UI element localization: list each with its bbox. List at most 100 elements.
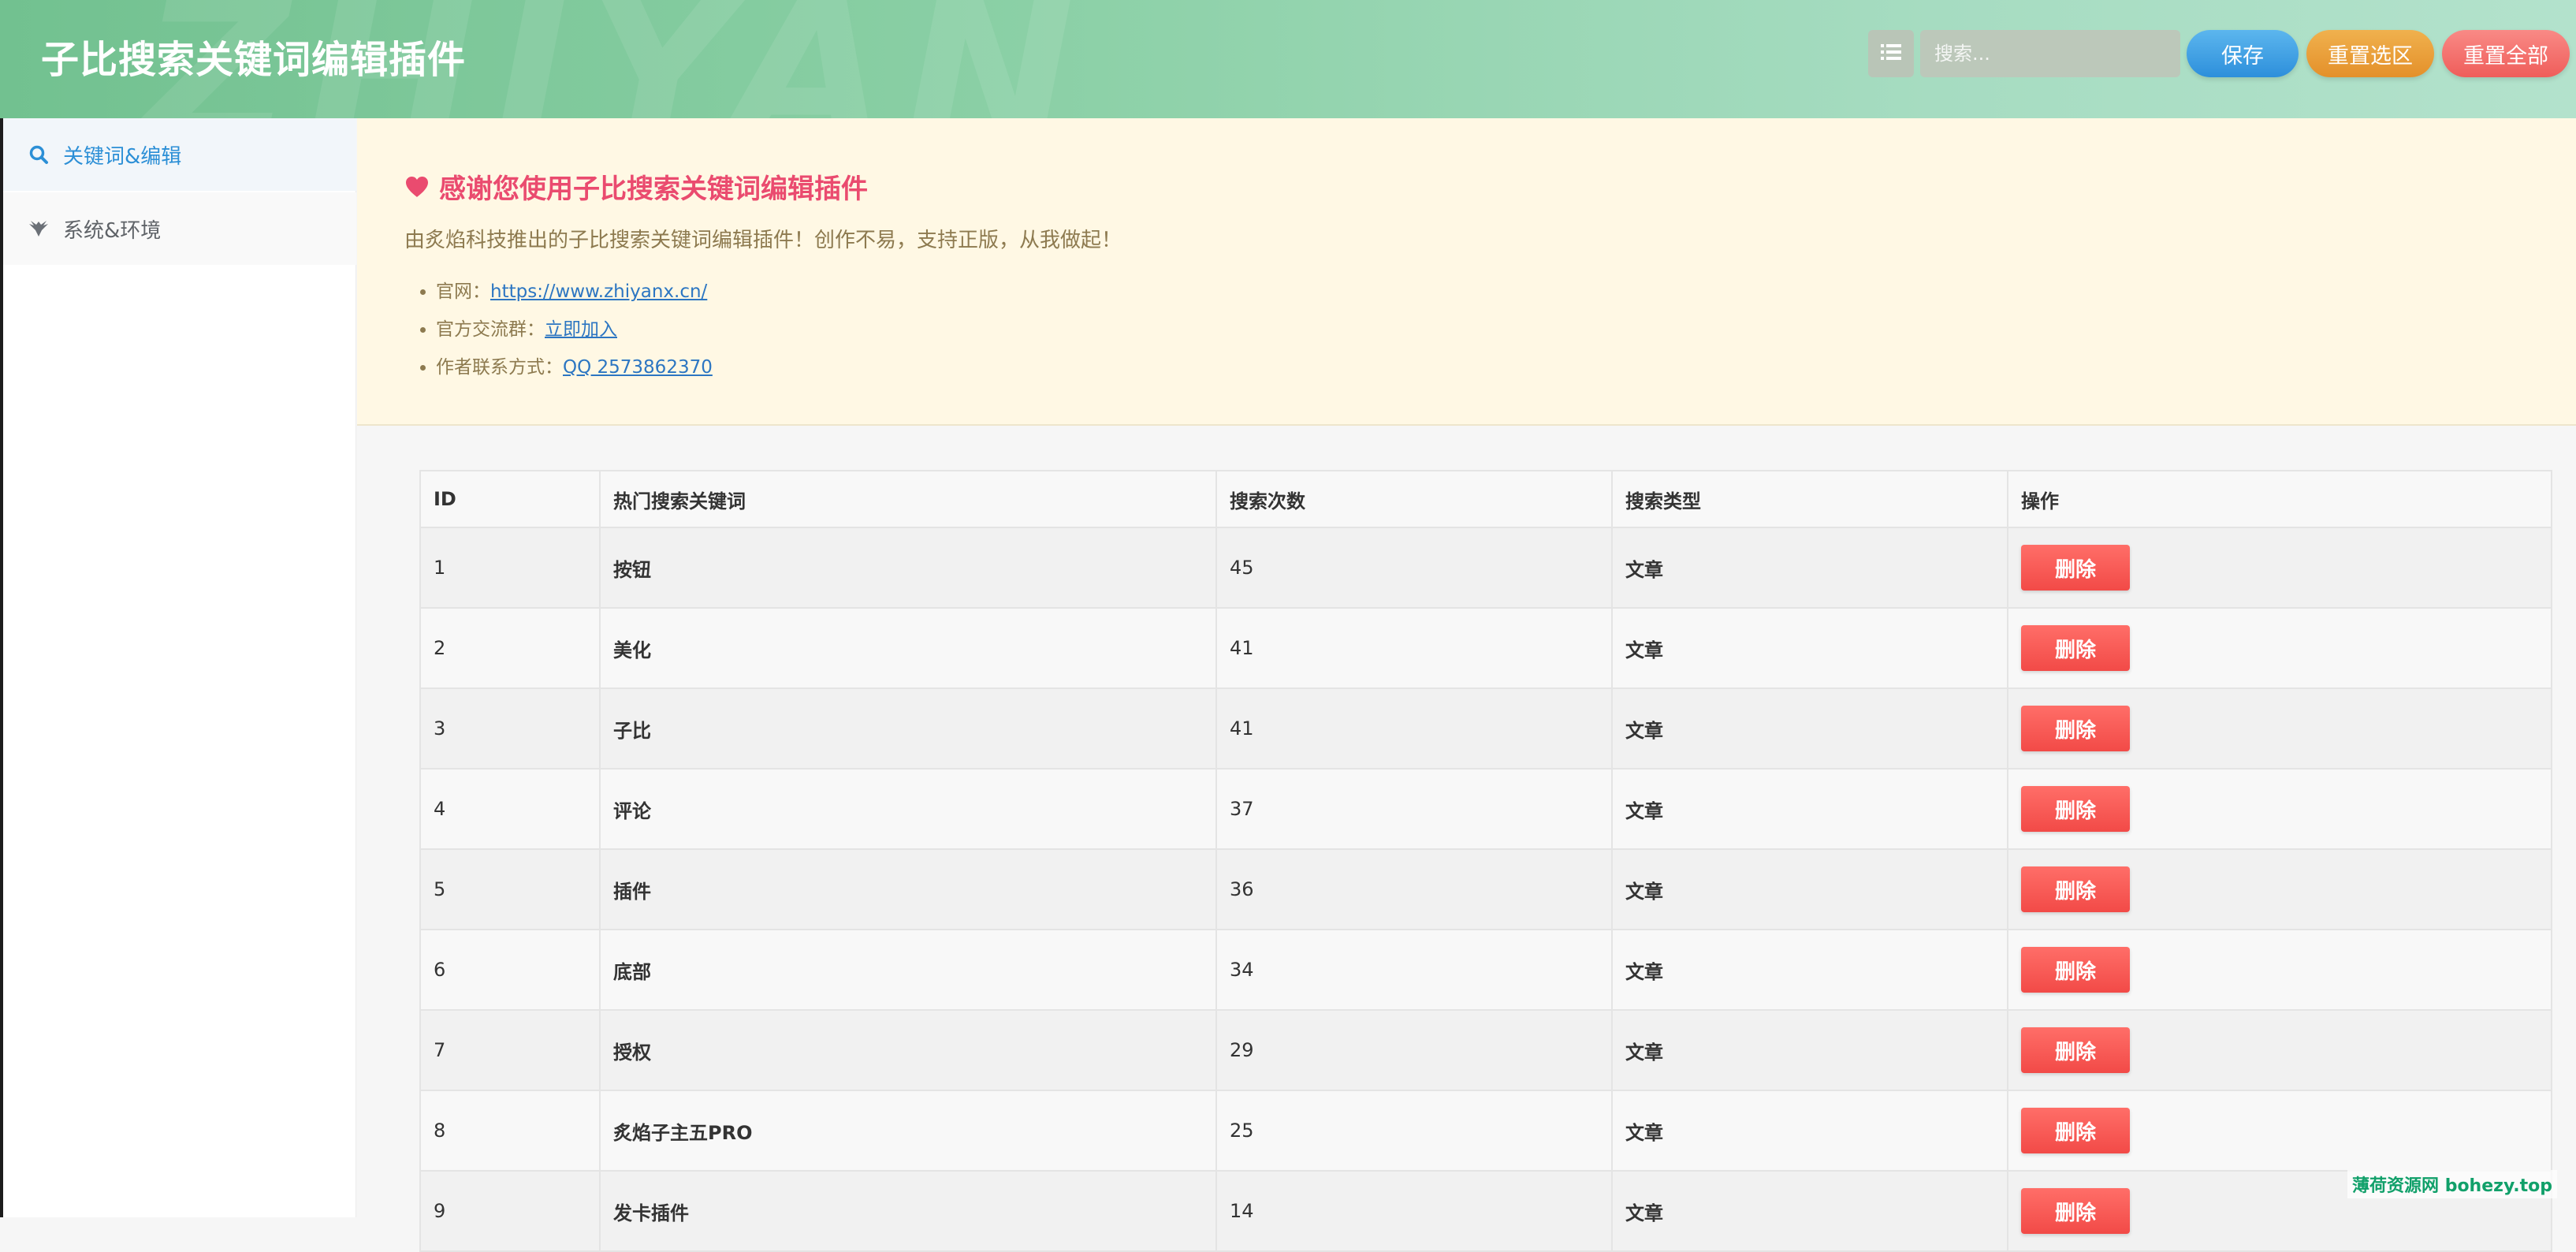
cell-keyword: 炙焰子主五PRO xyxy=(600,1090,1216,1171)
cell-type: 文章 xyxy=(1612,1010,2008,1090)
cell-count: 37 xyxy=(1216,769,1612,849)
table-row: 1 按钮 45 文章 删除 xyxy=(420,527,2552,608)
cell-keyword: 子比 xyxy=(600,688,1216,769)
table-row: 2 美化 41 文章 删除 xyxy=(420,608,2552,688)
cell-id: 7 xyxy=(420,1010,600,1090)
eagle-icon xyxy=(27,217,50,240)
cell-count: 14 xyxy=(1216,1171,1612,1251)
cell-actions: 删除 xyxy=(2008,1090,2552,1171)
reset-selection-button[interactable]: 重置选区 xyxy=(2306,30,2434,77)
heart-icon xyxy=(404,175,430,199)
table-row: 4 评论 37 文章 删除 xyxy=(420,769,2552,849)
cell-actions: 删除 xyxy=(2008,608,2552,688)
notice-links-list: 官网：https://www.zhiyanx.cn/ 官方交流群：立即加入 作者… xyxy=(404,273,713,386)
cell-count: 29 xyxy=(1216,1010,1612,1090)
cell-type: 文章 xyxy=(1612,930,2008,1010)
cell-keyword: 底部 xyxy=(600,930,1216,1010)
cell-actions: 删除 xyxy=(2008,527,2552,608)
cell-id: 3 xyxy=(420,688,600,769)
cell-count: 25 xyxy=(1216,1090,1612,1171)
notice-panel: 感谢您使用子比搜索关键词编辑插件 由炙焰科技推出的子比搜索关键词编辑插件！创作不… xyxy=(357,118,2576,426)
group-label: 官方交流群： xyxy=(436,319,545,340)
cell-type: 文章 xyxy=(1612,688,2008,769)
delete-button[interactable]: 删除 xyxy=(2021,1108,2130,1153)
cell-keyword: 按钮 xyxy=(600,527,1216,608)
list-item: 官方交流群：立即加入 xyxy=(436,311,713,348)
cell-keyword: 授权 xyxy=(600,1010,1216,1090)
column-header-count: 搜索次数 xyxy=(1216,471,1612,527)
notice-heading: 感谢您使用子比搜索关键词编辑插件 xyxy=(404,167,868,206)
table-row: 5 插件 36 文章 删除 xyxy=(420,849,2552,930)
table-header-row: ID 热门搜索关键词 搜索次数 搜索类型 操作 xyxy=(420,471,2552,527)
cell-count: 41 xyxy=(1216,688,1612,769)
notice-heading-text: 感谢您使用子比搜索关键词编辑插件 xyxy=(439,167,868,206)
corner-watermark: 薄荷资源网 bohezy.top xyxy=(2347,1170,2557,1198)
delete-button[interactable]: 删除 xyxy=(2021,947,2130,993)
official-site-label: 官网： xyxy=(436,281,490,302)
cell-type: 文章 xyxy=(1612,769,2008,849)
cell-count: 34 xyxy=(1216,930,1612,1010)
author-qq-link[interactable]: QQ 2573862370 xyxy=(563,357,713,378)
column-header-actions: 操作 xyxy=(2008,471,2552,527)
save-button[interactable]: 保存 xyxy=(2187,30,2299,77)
page-title: 子比搜索关键词编辑插件 xyxy=(41,28,466,84)
delete-button[interactable]: 删除 xyxy=(2021,625,2130,671)
table-row: 7 授权 29 文章 删除 xyxy=(420,1010,2552,1090)
delete-button[interactable]: 删除 xyxy=(2021,866,2130,912)
delete-button[interactable]: 删除 xyxy=(2021,1027,2130,1073)
top-header: ZHIYAN 子比搜索关键词编辑插件 保存 重置选区 重置全部 xyxy=(0,0,2576,118)
cell-count: 45 xyxy=(1216,527,1612,608)
search-icon xyxy=(27,143,50,166)
table-row: 8 炙焰子主五PRO 25 文章 删除 xyxy=(420,1090,2552,1171)
table-row: 3 子比 41 文章 删除 xyxy=(420,688,2552,769)
delete-button[interactable]: 删除 xyxy=(2021,1188,2130,1234)
sidebar-item-label: 关键词&编辑 xyxy=(63,140,181,170)
cell-id: 1 xyxy=(420,527,600,608)
cell-type: 文章 xyxy=(1612,527,2008,608)
join-group-link[interactable]: 立即加入 xyxy=(545,319,617,340)
cell-keyword: 插件 xyxy=(600,849,1216,930)
cell-id: 5 xyxy=(420,849,600,930)
cell-actions: 删除 xyxy=(2008,769,2552,849)
keywords-table-container: ID 热门搜索关键词 搜索次数 搜索类型 操作 1 按钮 45 文章 删除 2 … xyxy=(419,470,2551,1252)
delete-button[interactable]: 删除 xyxy=(2021,545,2130,591)
table-row: 6 底部 34 文章 删除 xyxy=(420,930,2552,1010)
keywords-table: ID 热门搜索关键词 搜索次数 搜索类型 操作 1 按钮 45 文章 删除 2 … xyxy=(419,470,2552,1252)
cell-actions: 删除 xyxy=(2008,849,2552,930)
cell-actions: 删除 xyxy=(2008,1010,2552,1090)
delete-button[interactable]: 删除 xyxy=(2021,706,2130,751)
sidebar: 关键词&编辑 系统&环境 xyxy=(0,118,356,1217)
cell-count: 36 xyxy=(1216,849,1612,930)
list-item: 作者联系方式：QQ 2573862370 xyxy=(436,348,713,386)
cell-actions: 删除 xyxy=(2008,688,2552,769)
sidebar-item-system-env[interactable]: 系统&环境 xyxy=(3,192,356,265)
cell-type: 文章 xyxy=(1612,1090,2008,1171)
official-site-link[interactable]: https://www.zhiyanx.cn/ xyxy=(490,281,707,302)
cell-type: 文章 xyxy=(1612,849,2008,930)
cell-keyword: 评论 xyxy=(600,769,1216,849)
search-input[interactable] xyxy=(1920,30,2180,77)
cell-keyword: 发卡插件 xyxy=(600,1171,1216,1251)
list-item: 官网：https://www.zhiyanx.cn/ xyxy=(436,273,713,311)
delete-button[interactable]: 删除 xyxy=(2021,786,2130,832)
reset-all-button[interactable]: 重置全部 xyxy=(2442,30,2570,77)
cell-id: 8 xyxy=(420,1090,600,1171)
cell-id: 9 xyxy=(420,1171,600,1251)
column-header-keyword: 热门搜索关键词 xyxy=(600,471,1216,527)
column-header-type: 搜索类型 xyxy=(1612,471,2008,527)
notice-description: 由炙焰科技推出的子比搜索关键词编辑插件！创作不易，支持正版，从我做起！ xyxy=(404,224,1122,253)
sidebar-item-keywords-edit[interactable]: 关键词&编辑 xyxy=(3,118,356,191)
sidebar-item-label: 系统&环境 xyxy=(63,214,161,244)
column-header-id: ID xyxy=(420,471,600,527)
cell-id: 4 xyxy=(420,769,600,849)
cell-keyword: 美化 xyxy=(600,608,1216,688)
cell-id: 2 xyxy=(420,608,600,688)
list-icon xyxy=(1881,43,1901,64)
list-toggle-button[interactable] xyxy=(1868,30,1914,77)
cell-actions: 删除 xyxy=(2008,930,2552,1010)
table-row: 9 发卡插件 14 文章 删除 xyxy=(420,1171,2552,1251)
cell-type: 文章 xyxy=(1612,1171,2008,1251)
author-contact-label: 作者联系方式： xyxy=(436,357,563,378)
cell-type: 文章 xyxy=(1612,608,2008,688)
cell-id: 6 xyxy=(420,930,600,1010)
